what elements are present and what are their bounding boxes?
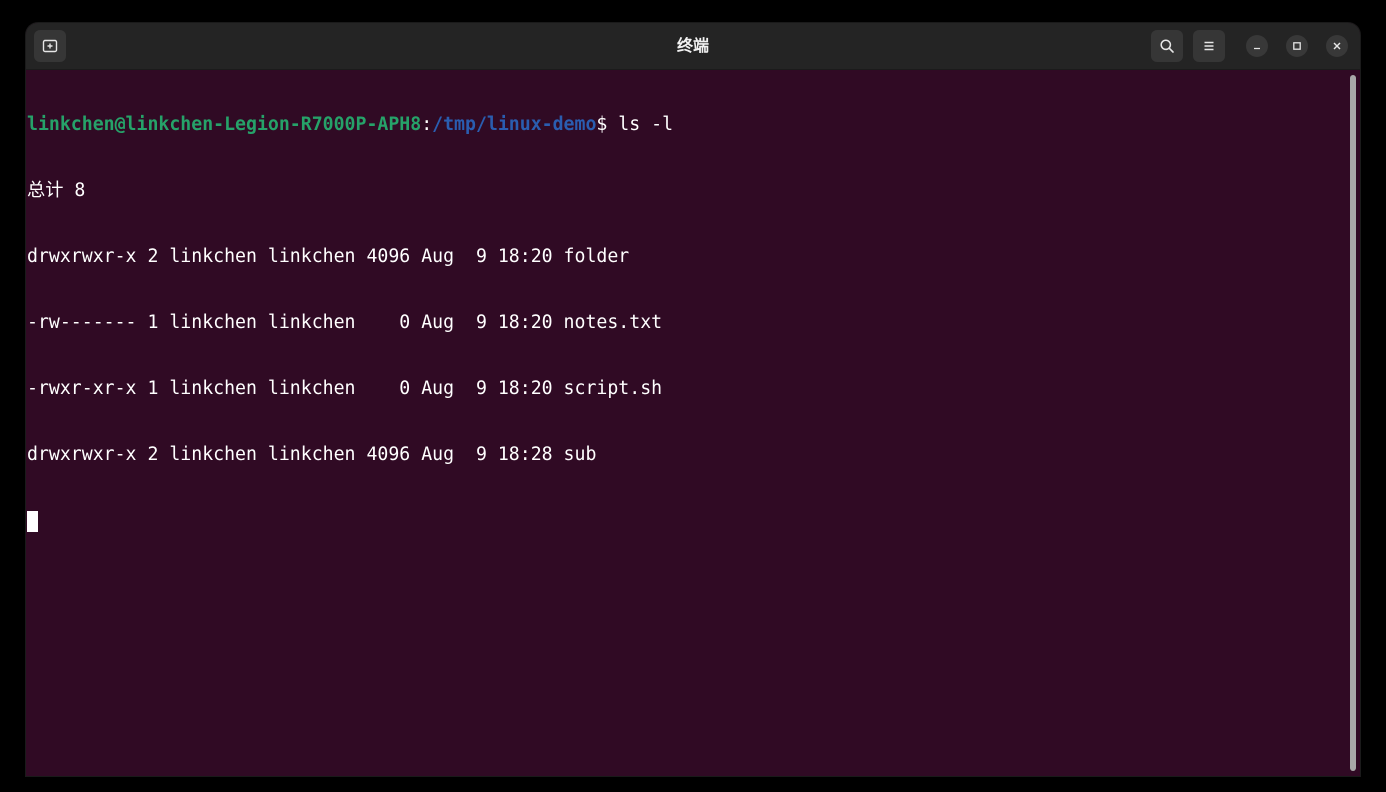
- new-tab-icon: [42, 39, 58, 53]
- output-line-script: -rwxr-xr-x 1 linkchen linkchen 0 Aug 9 1…: [27, 378, 663, 399]
- close-button[interactable]: [1326, 35, 1348, 57]
- new-tab-button[interactable]: [34, 30, 66, 62]
- terminal-window: 终端 linkchen@linkchen-Legion-R7000P-APH8:…: [26, 23, 1360, 776]
- scrollbar[interactable]: [1350, 75, 1356, 771]
- minimize-button[interactable]: [1246, 35, 1268, 57]
- minimize-icon: [1254, 47, 1260, 50]
- search-icon: [1160, 39, 1174, 53]
- cursor-line: [27, 510, 1345, 532]
- output-line-folder: drwxrwxr-x 2 linkchen linkchen 4096 Aug …: [27, 246, 630, 267]
- prompt-separator: :: [421, 114, 433, 135]
- terminal-output-area[interactable]: linkchen@linkchen-Legion-R7000P-APH8:/tm…: [27, 70, 1345, 776]
- search-button[interactable]: [1151, 30, 1183, 62]
- prompt-symbol: $: [596, 114, 608, 135]
- maximize-button[interactable]: [1286, 35, 1308, 57]
- prompt-path: /tmp/linux-demo: [432, 114, 597, 135]
- title-bar[interactable]: 终端: [26, 23, 1360, 70]
- close-icon: [1333, 42, 1341, 50]
- prompt-command: ls -l: [607, 114, 674, 135]
- prompt-line: linkchen@linkchen-Legion-R7000P-APH8:/tm…: [27, 114, 1345, 136]
- text-cursor: [27, 511, 38, 532]
- output-line-notes: -rw------- 1 linkchen linkchen 0 Aug 9 1…: [27, 312, 663, 333]
- prompt-user-host: linkchen@linkchen-Legion-R7000P-APH8: [27, 114, 422, 135]
- hamburger-menu-icon: [1204, 41, 1214, 51]
- output-line-sub: drwxrwxr-x 2 linkchen linkchen 4096 Aug …: [27, 444, 597, 465]
- output-line-total: 总计 8: [27, 180, 86, 201]
- menu-button[interactable]: [1193, 30, 1225, 62]
- maximize-icon: [1293, 42, 1301, 50]
